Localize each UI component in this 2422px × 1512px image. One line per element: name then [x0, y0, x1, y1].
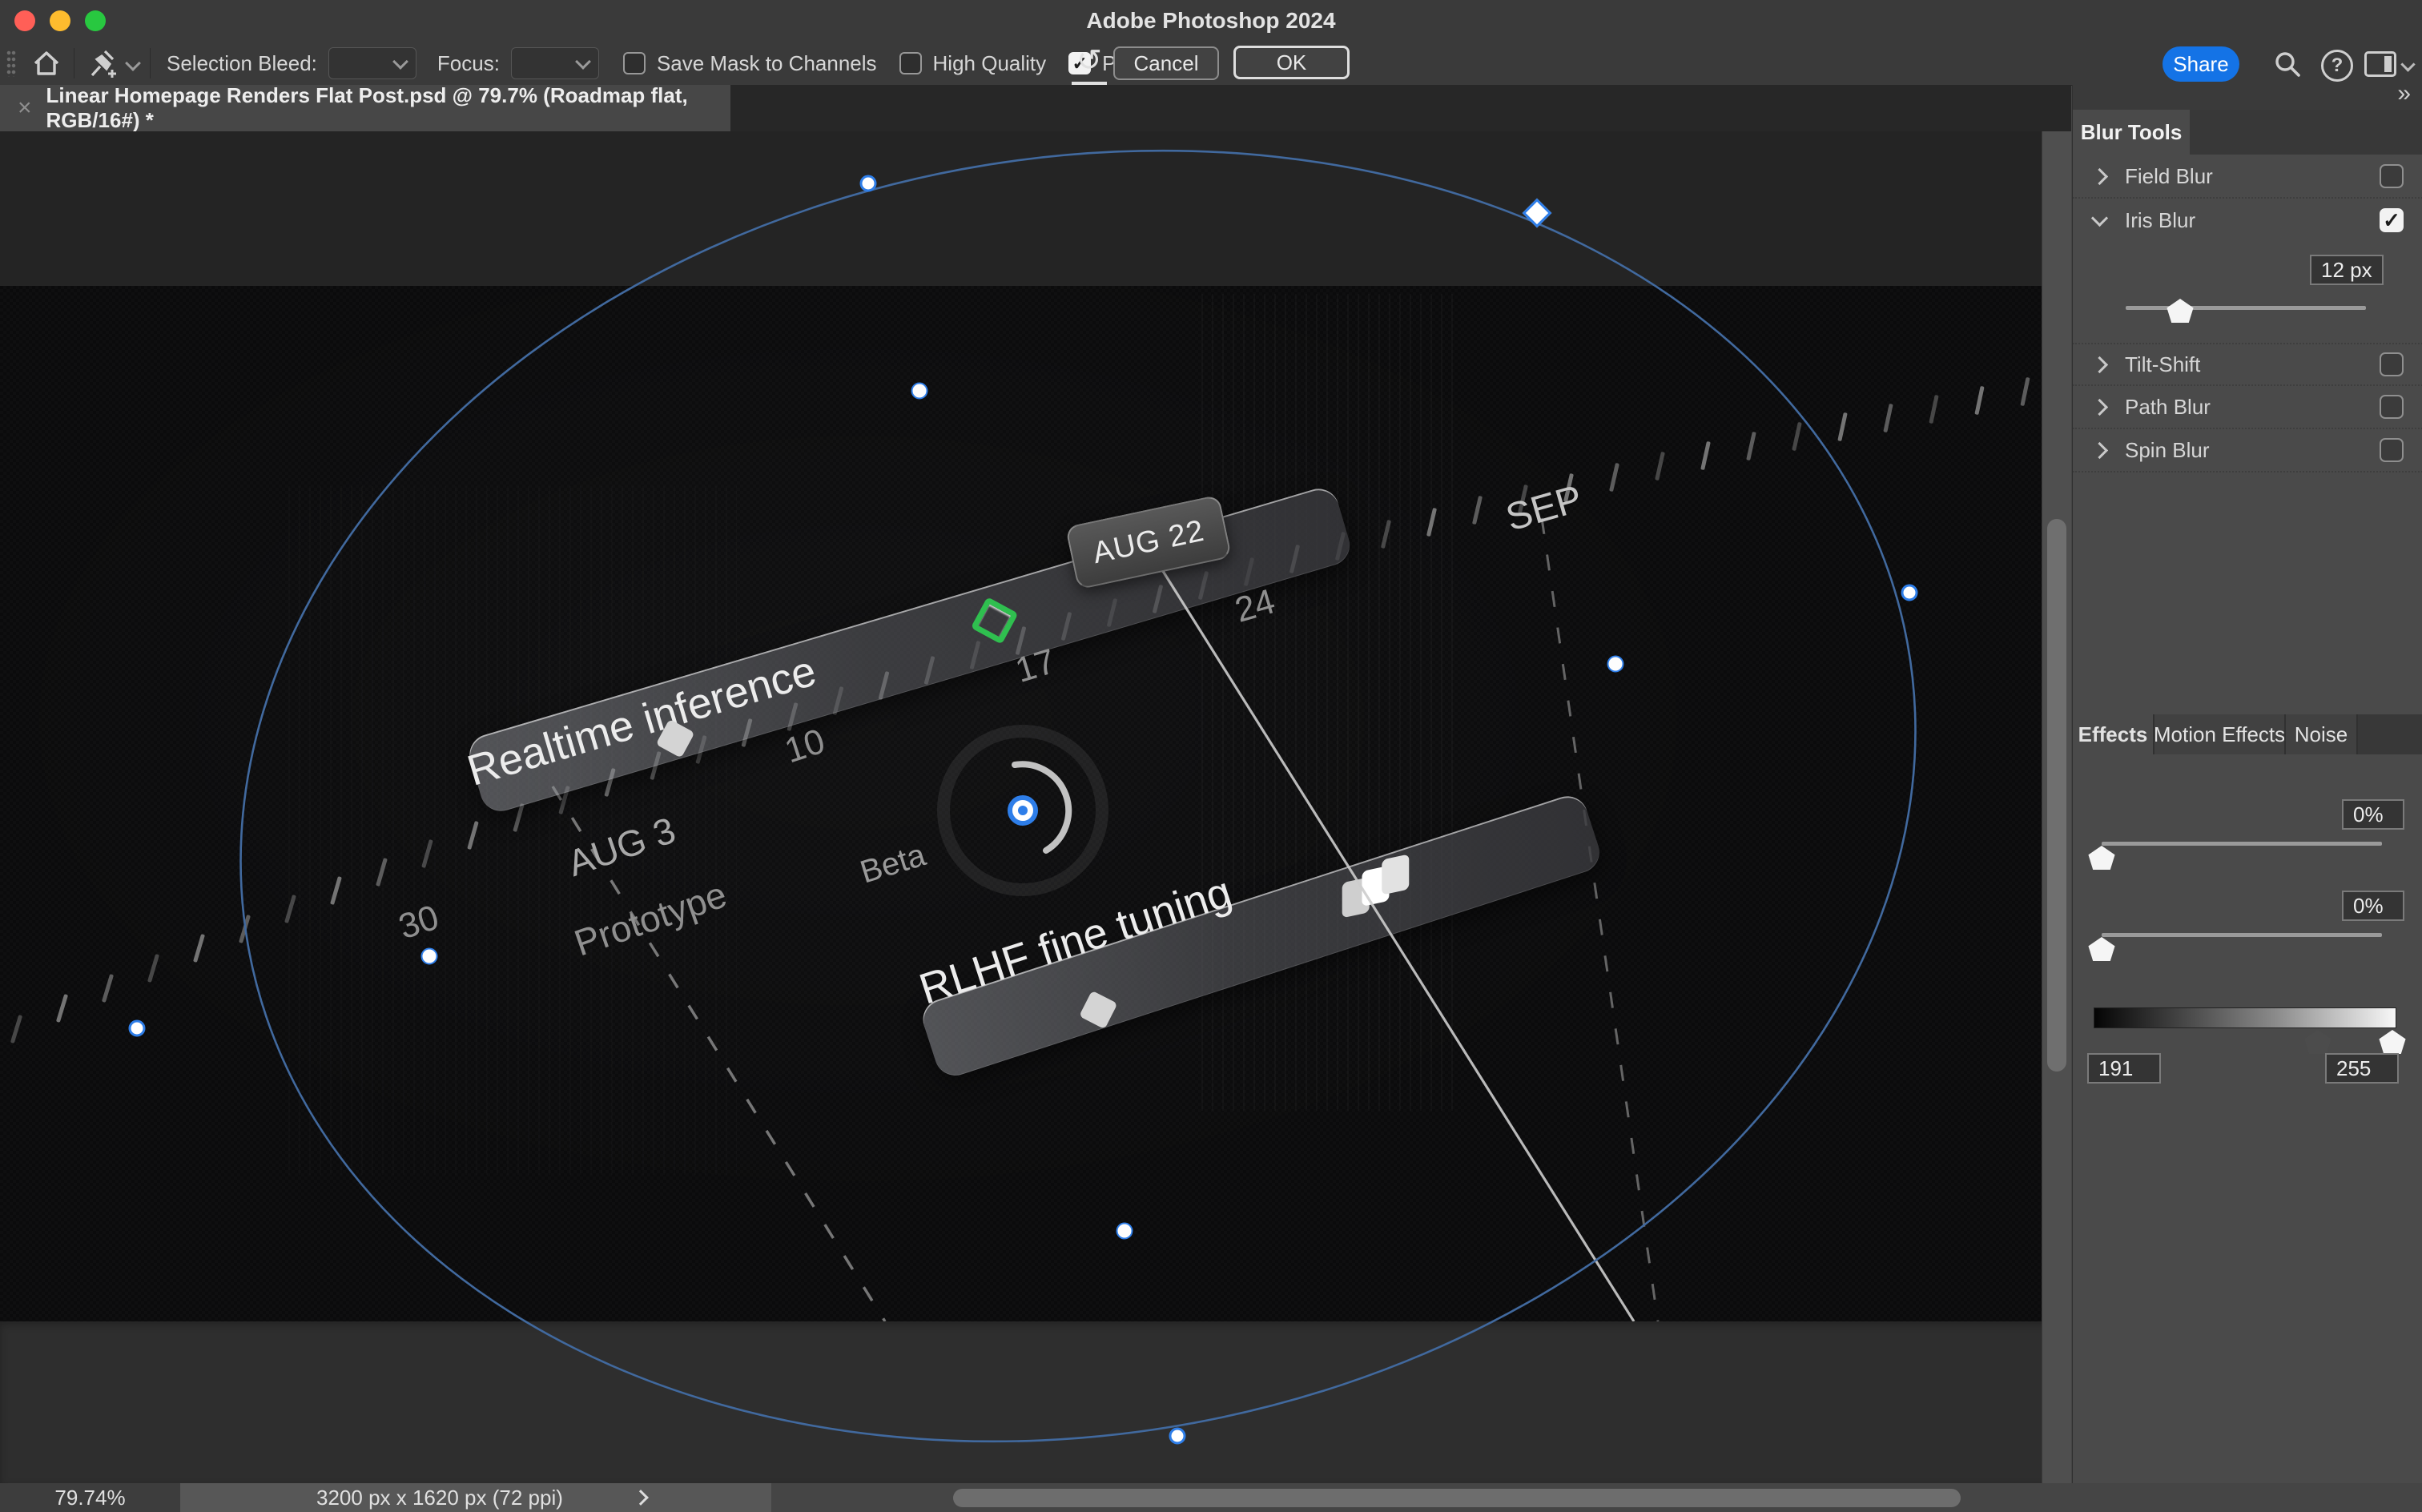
document-tab-title: Linear Homepage Renders Flat Post.psd @ … — [46, 83, 730, 133]
blur-tool-pin-icon[interactable] — [86, 46, 121, 80]
iris-blur-row[interactable]: Iris Blur ✓ — [2073, 199, 2422, 242]
blur-slider-track[interactable] — [2126, 306, 2366, 310]
focus-label: Focus: — [437, 51, 500, 76]
high-quality-label: High Quality — [933, 51, 1047, 76]
chevron-right-icon — [633, 1490, 649, 1506]
chevron-right-icon[interactable] — [2091, 441, 2108, 458]
document-tab[interactable]: × Linear Homepage Renders Flat Post.psd … — [0, 85, 730, 131]
chevron-down-icon — [392, 54, 408, 70]
iris-blur-label: Iris Blur — [2125, 208, 2195, 233]
bokeh-color-value[interactable]: 0% — [2342, 891, 2404, 921]
tab-close-icon[interactable]: × — [18, 94, 32, 122]
spin-blur-checkbox[interactable] — [2380, 438, 2404, 462]
check-icon: ✓ — [2383, 208, 2400, 233]
help-icon[interactable]: ? — [2321, 50, 2353, 82]
feather-handle[interactable] — [911, 383, 928, 400]
bokeh-color-slider-track[interactable] — [2102, 933, 2382, 937]
selection-bleed-select[interactable] — [328, 47, 416, 79]
focus-select[interactable] — [511, 47, 599, 79]
spin-blur-row[interactable]: Spin Blur — [2073, 429, 2422, 472]
light-bokeh-value[interactable]: 0% — [2342, 799, 2404, 830]
ellipse-handle[interactable] — [1901, 585, 1918, 601]
panel-overflow-icon[interactable]: » — [2397, 80, 2408, 107]
light-range-max-value[interactable]: 255 — [2325, 1053, 2399, 1084]
field-blur-checkbox[interactable] — [2380, 164, 2404, 188]
ellipse-handle[interactable] — [860, 175, 877, 192]
panel-tab-strip: » — [2073, 85, 2422, 110]
reset-icon[interactable]: ↺ — [1072, 45, 1107, 85]
blur-tools-header: Blur Tools — [2073, 110, 2422, 155]
titlebar: Adobe Photoshop 2024 — [0, 0, 2422, 42]
light-bokeh-slider-thumb[interactable] — [2087, 846, 2116, 870]
canvas[interactable]: Realtime inference RLHF fine tuning 30 A… — [0, 131, 2071, 1483]
chevron-down-icon — [575, 54, 591, 70]
save-mask-checkbox[interactable] — [623, 52, 646, 74]
ellipse-handle[interactable] — [1169, 1428, 1186, 1445]
tab-bar: × Linear Homepage Renders Flat Post.psd … — [0, 85, 2071, 131]
iris-blur-center-pin[interactable] — [1008, 795, 1038, 826]
light-range-min-thumb[interactable] — [2303, 1030, 2332, 1054]
chevron-right-icon[interactable] — [2091, 356, 2108, 372]
pin-options-chevron-icon[interactable] — [125, 55, 141, 71]
status-bar: 79.74% 3200 px x 1620 px (72 ppi) — [0, 1483, 2422, 1512]
field-blur-row[interactable]: Field Blur — [2073, 155, 2422, 199]
ellipse-handle[interactable] — [129, 1020, 146, 1037]
spin-blur-label: Spin Blur — [2125, 438, 2210, 463]
separator — [150, 48, 151, 78]
light-range-max-thumb[interactable] — [2378, 1030, 2407, 1054]
document-dimensions[interactable]: 3200 px x 1620 px (72 ppi) — [180, 1483, 771, 1512]
blur-tools-panel-tab[interactable]: Blur Tools — [2073, 110, 2190, 155]
blur-slider-thumb[interactable] — [2166, 299, 2195, 323]
workspace-icon[interactable] — [2364, 51, 2396, 77]
vertical-scrollbar-thumb[interactable] — [2047, 519, 2066, 1072]
chevron-right-icon[interactable] — [2091, 398, 2108, 415]
path-blur-label: Path Blur — [2125, 395, 2211, 420]
light-range-min-value[interactable]: 191 — [2087, 1053, 2161, 1084]
horizontal-scrollbar-thumb[interactable] — [953, 1489, 1961, 1507]
photoshop-window: Adobe Photoshop 2024 Selection Bleed: Fo… — [0, 0, 2422, 1512]
question-glyph: ? — [2331, 54, 2344, 77]
dimensions-text: 3200 px x 1620 px (72 ppi) — [316, 1486, 563, 1510]
tab-motion-effects[interactable]: Motion Effects — [2154, 714, 2286, 754]
cancel-button[interactable]: Cancel — [1113, 46, 1219, 80]
tab-effects[interactable]: Effects — [2073, 714, 2154, 754]
app-title: Adobe Photoshop 2024 — [0, 8, 2422, 34]
tab-noise[interactable]: Noise — [2286, 714, 2358, 754]
light-range-gradient — [2094, 1007, 2396, 1028]
home-icon[interactable] — [30, 47, 62, 79]
options-bar-grip[interactable] — [6, 50, 16, 77]
blur-gallery-panel: » Blur Tools Field Blur Iris Blur ✓ Blur… — [2072, 85, 2422, 1483]
path-blur-row[interactable]: Path Blur — [2073, 386, 2422, 429]
field-blur-label: Field Blur — [2125, 164, 2213, 189]
effects-tab-strip: Effects Motion Effects Noise — [2073, 714, 2422, 754]
feather-handle[interactable] — [421, 948, 438, 965]
share-button[interactable]: Share — [2162, 46, 2239, 82]
path-blur-checkbox[interactable] — [2380, 395, 2404, 419]
feather-handle[interactable] — [1116, 1223, 1133, 1240]
search-icon[interactable] — [2271, 48, 2303, 80]
zoom-level[interactable]: 79.74% — [0, 1483, 180, 1512]
high-quality-checkbox[interactable] — [899, 52, 922, 74]
bokeh-color-slider-thumb[interactable] — [2087, 937, 2116, 961]
light-bokeh-slider-track[interactable] — [2102, 842, 2382, 846]
chevron-right-icon[interactable] — [2091, 167, 2108, 184]
chevron-down-icon[interactable] — [2091, 209, 2108, 226]
ok-button[interactable]: OK — [1233, 46, 1350, 79]
tilt-shift-label: Tilt-Shift — [2125, 352, 2200, 377]
selection-bleed-label: Selection Bleed: — [167, 51, 317, 76]
save-mask-label: Save Mask to Channels — [657, 51, 877, 76]
feather-handle[interactable] — [1607, 656, 1624, 673]
iris-blur-checkbox[interactable]: ✓ — [2380, 208, 2404, 232]
vertical-scrollbar[interactable] — [2042, 131, 2071, 1483]
blur-amount-value[interactable]: 12 px — [2310, 255, 2384, 285]
tilt-shift-row[interactable]: Tilt-Shift — [2073, 343, 2422, 386]
tilt-shift-checkbox[interactable] — [2380, 352, 2404, 376]
